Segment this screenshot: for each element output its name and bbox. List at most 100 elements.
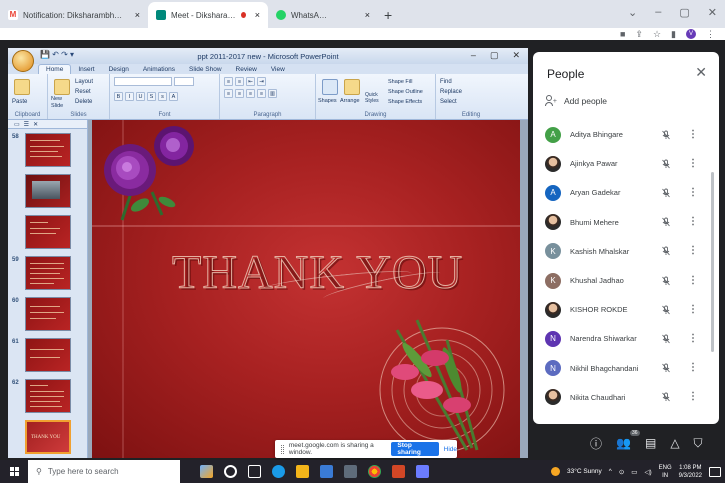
new-slide-icon[interactable] <box>54 79 70 95</box>
select-button[interactable]: Select <box>440 97 502 107</box>
strike-button[interactable]: S <box>147 92 156 101</box>
more-options-icon[interactable]: ⋮ <box>688 129 698 140</box>
slide-thumbnail[interactable]: 58 <box>12 133 71 167</box>
ribbon-tab-home[interactable]: Home <box>38 64 72 74</box>
participant-row[interactable]: Bhumi Mehere ⋮ <box>533 208 719 237</box>
quick-styles-button[interactable]: Quick Styles <box>365 92 385 104</box>
more-options-icon[interactable]: ⋮ <box>688 217 698 227</box>
info-icon[interactable]: ⓘ <box>590 435 602 452</box>
find-button[interactable]: Find <box>440 77 502 87</box>
tab-close-icon[interactable]: × <box>255 10 260 20</box>
mic-off-icon[interactable] <box>661 276 671 286</box>
reset-button[interactable]: Reset <box>75 87 91 97</box>
justify-button[interactable]: ≡ <box>257 89 266 98</box>
language-indicator[interactable]: ENG IN <box>659 464 672 480</box>
tab-close-icon[interactable]: × <box>135 10 140 20</box>
volume-icon[interactable]: ◁) <box>644 468 651 476</box>
mic-off-icon[interactable] <box>661 159 671 169</box>
chat-icon[interactable]: ▤ <box>645 436 656 450</box>
office-button[interactable] <box>12 50 34 72</box>
indent-button[interactable]: ⇤ <box>246 77 255 86</box>
participant-row[interactable]: A Aryan Gadekar ⋮ <box>533 178 719 207</box>
tab-meet[interactable]: Meet - Diksharambha × <box>148 2 268 28</box>
shapes-button[interactable]: Shapes <box>318 98 337 104</box>
cortana-icon[interactable] <box>224 465 237 478</box>
shapes-icon[interactable] <box>322 79 338 95</box>
ppt-maximize-button[interactable]: ▢ <box>490 50 499 61</box>
slide-thumbnail[interactable] <box>25 174 71 208</box>
mic-off-icon[interactable] <box>661 188 671 198</box>
mic-off-icon[interactable] <box>661 246 671 256</box>
new-slide-button[interactable]: New Slide <box>51 96 73 110</box>
align-center-button[interactable]: ≡ <box>235 89 244 98</box>
close-panel-icon[interactable]: ✕ <box>33 121 38 128</box>
mic-off-icon[interactable] <box>661 217 671 227</box>
chevron-down-icon[interactable]: ⌄ <box>628 6 637 19</box>
paste-icon[interactable] <box>14 79 30 95</box>
outline-tab-icon[interactable]: ☰ <box>24 121 29 128</box>
shape-outline-button[interactable]: Shape Outline <box>388 87 423 97</box>
mic-off-icon[interactable] <box>661 363 671 373</box>
share-icon[interactable]: ⇪ <box>635 29 643 40</box>
ppt-minimize-button[interactable]: – <box>471 50 476 61</box>
columns-button[interactable]: ▥ <box>268 89 277 98</box>
shape-fill-button[interactable]: Shape Fill <box>388 77 412 87</box>
notification-icon[interactable] <box>709 466 721 477</box>
slide-thumbnail[interactable]: 62 <box>12 379 71 413</box>
star-icon[interactable]: ☆ <box>653 29 661 40</box>
shadow-button[interactable]: s <box>158 92 167 101</box>
taskbar-clock[interactable]: 1:08 PM 9/3/2022 <box>679 464 702 480</box>
taskbar-search-box[interactable]: ⚲ Type here to search <box>28 460 180 483</box>
ribbon-tab-insert[interactable]: Insert <box>71 64 101 74</box>
ribbon-tab-slide-show[interactable]: Slide Show <box>182 64 229 74</box>
task-view-icon[interactable] <box>248 465 261 478</box>
mic-off-icon[interactable] <box>661 305 671 315</box>
arrange-icon[interactable] <box>344 79 360 95</box>
photos-icon[interactable] <box>416 465 429 478</box>
italic-button[interactable]: I <box>125 92 134 101</box>
tab-gmail-notification[interactable]: M Notification: Diksharambha @ Sc × <box>0 2 148 28</box>
underline-button[interactable]: U <box>136 92 145 101</box>
participant-row[interactable]: K Khushal Jadhao ⋮ <box>533 266 719 295</box>
scrollbar[interactable] <box>711 172 714 352</box>
font-name-field[interactable] <box>114 77 172 86</box>
align-right-button[interactable]: ≡ <box>246 89 255 98</box>
bullets-button[interactable]: ≡ <box>224 77 233 86</box>
close-icon[interactable]: ✕ <box>695 64 707 81</box>
delete-button[interactable]: Delete <box>75 97 92 107</box>
more-options-icon[interactable]: ⋮ <box>688 275 698 286</box>
slide-thumbnail[interactable] <box>25 215 71 249</box>
ribbon-tab-review[interactable]: Review <box>229 64 264 74</box>
people-icon[interactable]: 👥 <box>616 436 631 450</box>
more-options-icon[interactable]: ⋮ <box>688 363 698 373</box>
menu-icon[interactable]: ⋮ <box>706 29 715 40</box>
weather-text[interactable]: 33°C Sunny <box>567 468 602 475</box>
participant-row[interactable]: K Kashish Mhalskar ⋮ <box>533 237 719 266</box>
mail-icon[interactable] <box>320 465 333 478</box>
ribbon-tab-animations[interactable]: Animations <box>136 64 182 74</box>
more-options-icon[interactable]: ⋮ <box>688 333 698 344</box>
outdent-button[interactable]: ⇥ <box>257 77 266 86</box>
file-explorer-icon[interactable] <box>296 465 309 478</box>
layout-button[interactable]: Layout <box>75 77 93 87</box>
profile-avatar[interactable]: V <box>686 29 696 39</box>
slide-thumbnail[interactable]: 61 <box>12 338 71 372</box>
new-tab-button[interactable]: + <box>384 7 392 23</box>
minimize-button[interactable]: – <box>655 6 661 19</box>
tray-overflow-icon[interactable]: ^ <box>609 468 612 475</box>
sidepanel-icon[interactable]: ▮ <box>671 29 676 40</box>
tab-close-icon[interactable]: × <box>365 10 370 20</box>
hide-banner-button[interactable]: Hide <box>444 446 457 453</box>
start-button[interactable] <box>0 467 28 476</box>
slides-tab-icon[interactable]: ▭ <box>14 121 20 128</box>
mic-off-icon[interactable] <box>661 334 671 344</box>
stop-sharing-button[interactable]: Stop sharing <box>391 442 439 456</box>
paste-button[interactable]: Paste <box>12 97 43 107</box>
camera-icon[interactable]: ■ <box>620 29 625 39</box>
shape-effects-button[interactable]: Shape Effects <box>388 97 422 107</box>
edge-icon[interactable] <box>272 465 285 478</box>
maximize-button[interactable]: ▢ <box>679 6 689 19</box>
ribbon-tab-view[interactable]: View <box>264 64 292 74</box>
slide-thumbnail-selected[interactable]: THANK YOU <box>25 420 71 454</box>
widgets-icon[interactable] <box>200 465 213 478</box>
